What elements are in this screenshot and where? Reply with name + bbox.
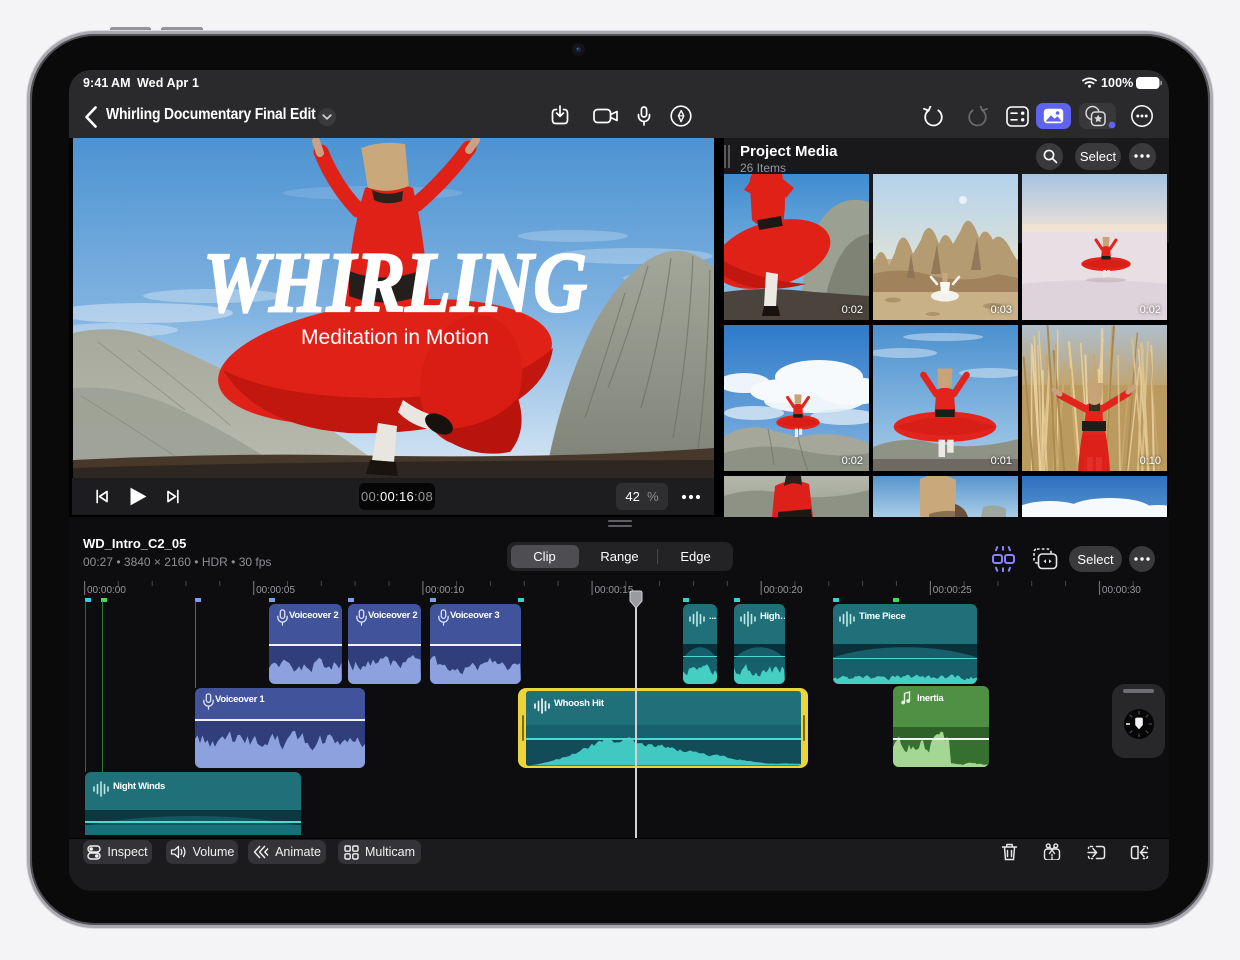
svg-text:Meditation in Motion: Meditation in Motion — [301, 326, 489, 349]
svg-text:WHIRLING: WHIRLING — [203, 234, 587, 330]
